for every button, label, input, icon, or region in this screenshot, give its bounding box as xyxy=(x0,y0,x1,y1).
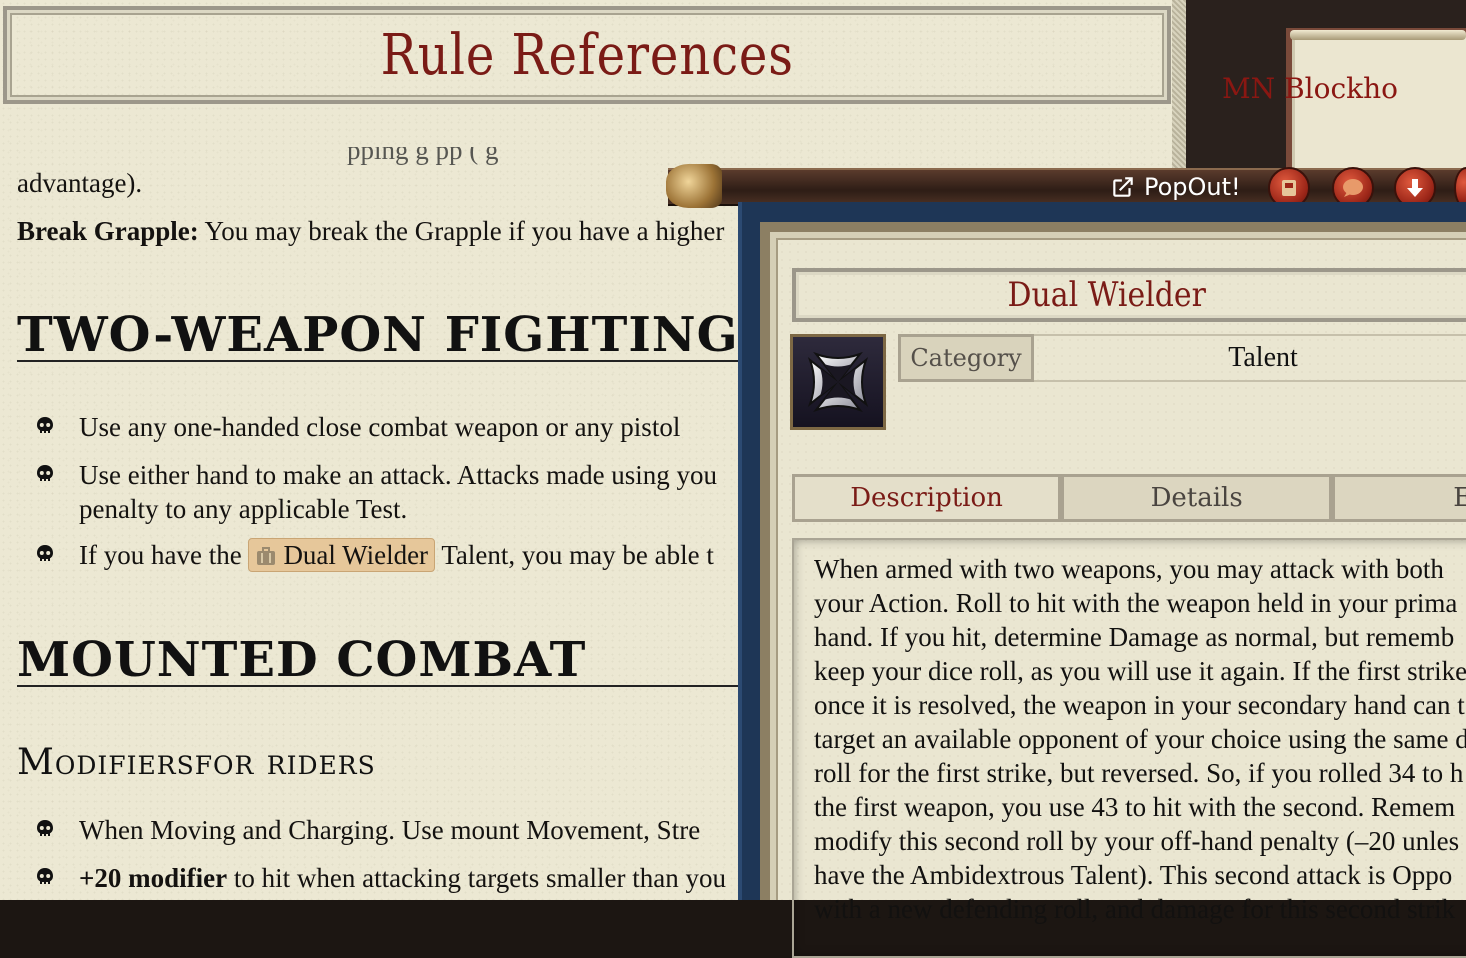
save-icon xyxy=(1282,180,1296,196)
paragraph-text: advantage). xyxy=(17,168,143,198)
list-item: Use any one-handed close combat weapon o… xyxy=(37,410,799,444)
briefcase-icon xyxy=(257,547,276,565)
two-weapon-heading-text: TWO-WEAPON FIGHTING xyxy=(17,307,739,363)
list-item-text-continued: penalty to any applicable Test. xyxy=(79,494,408,524)
skull-bullet-icon xyxy=(37,820,53,836)
background-window-title: MN Blockho xyxy=(1222,72,1398,105)
description-line: with a new defending roll, and damage fo… xyxy=(814,894,1456,924)
talent-image[interactable] xyxy=(790,334,886,430)
description-line: have the Ambidextrous Talent). This seco… xyxy=(814,860,1453,890)
break-grapple-label: Break Grapple: xyxy=(17,216,199,246)
skull-bullet-icon xyxy=(37,417,53,433)
popup-tabs: Description Details Effe xyxy=(792,474,1466,524)
dual-wielder-link-label: Dual Wielder xyxy=(283,540,429,570)
mounted-combat-heading: MOUNTED COMBAT xyxy=(17,636,757,687)
decorative-knob xyxy=(666,164,722,208)
list-item: When Moving and Charging. Use mount Move… xyxy=(37,813,799,847)
iron-cross-icon xyxy=(807,351,869,413)
break-grapple-text: You may break the Grapple if you have a … xyxy=(198,216,725,246)
list-item-text: Use any one-handed close combat weapon o… xyxy=(79,412,681,442)
popup-content-area: Dual Wielder Category Talent Description… xyxy=(760,222,1466,958)
description-line: once it is resolved, the weapon in your … xyxy=(814,690,1465,720)
external-link-icon xyxy=(1113,177,1133,197)
skull-bullet-icon xyxy=(37,465,53,481)
description-line: target an available opponent of your cho… xyxy=(814,724,1466,754)
background-window-frame xyxy=(1286,28,1466,190)
tab-description[interactable]: Description xyxy=(792,474,1062,522)
skull-bullet-icon xyxy=(37,868,53,884)
category-label: Category xyxy=(898,334,1034,382)
background-window[interactable]: MN Blockho xyxy=(1186,0,1466,190)
list-item: If you have the Dual Wielder Talent, you… xyxy=(37,538,799,572)
popout-button[interactable]: PopOut! xyxy=(1110,170,1241,204)
dual-wielder-link[interactable]: Dual Wielder xyxy=(248,538,436,572)
list-item-text: If you have the xyxy=(79,540,249,570)
popout-label: PopOut! xyxy=(1144,173,1241,201)
list-item-text: When Moving and Charging. Use mount Move… xyxy=(79,815,701,845)
popup-title-bar[interactable]: PopOut! xyxy=(666,164,1466,209)
list-item-bold: +20 modifier xyxy=(79,863,228,893)
tab-details[interactable]: Details xyxy=(1061,474,1333,522)
description-box[interactable]: When armed with two weapons, you may att… xyxy=(792,538,1466,958)
mounted-combat-heading-text: MOUNTED COMBAT xyxy=(17,632,587,688)
list-item: +20 modifier to hit when attacking targe… xyxy=(37,861,799,895)
arrow-down-icon xyxy=(1407,179,1423,197)
talent-popup-window: Dual Wielder Category Talent Description… xyxy=(738,202,1466,958)
tab-effects[interactable]: Effe xyxy=(1332,474,1466,522)
clipped-text-line: pping g pp ( g xyxy=(347,135,499,165)
list-item-text: to hit when attacking targets smaller th… xyxy=(227,863,726,893)
break-grapple-paragraph: Break Grapple: You may break the Grapple… xyxy=(17,214,724,248)
decorative-rod xyxy=(1290,30,1466,40)
category-value: Talent xyxy=(1034,334,1466,382)
description-line: keep your dice roll, as you will use it … xyxy=(814,656,1466,686)
description-line: When armed with two weapons, you may att… xyxy=(814,554,1444,584)
window-title-bar[interactable]: Rule References xyxy=(3,6,1171,104)
description-text: When armed with two weapons, you may att… xyxy=(814,552,1466,926)
description-line: the first weapon, you use 43 to hit with… xyxy=(814,792,1456,822)
description-line: hand. If you hit, determine Damage as no… xyxy=(814,622,1455,652)
skull-bullet-icon xyxy=(37,545,53,561)
chat-bubble-icon xyxy=(1343,179,1363,197)
description-line: modify this second roll by your off-hand… xyxy=(814,826,1460,856)
description-line: roll for the first strike, but reversed.… xyxy=(814,758,1464,788)
list-item: Use either hand to make an attack. Attac… xyxy=(37,458,779,526)
description-line: your Action. Roll to hit with the weapon… xyxy=(814,588,1458,618)
popup-title-box: Dual Wielder xyxy=(792,268,1466,322)
list-item-text-suffix: Talent, you may be able t xyxy=(435,540,714,570)
list-item-text: Use either hand to make an attack. Attac… xyxy=(79,460,718,490)
window-title: Rule References xyxy=(380,22,794,88)
modifiers-subheading: Modifiersfor riders xyxy=(17,742,376,783)
popup-title: Dual Wielder xyxy=(1007,275,1207,315)
two-weapon-heading: TWO-WEAPON FIGHTING xyxy=(17,311,757,362)
